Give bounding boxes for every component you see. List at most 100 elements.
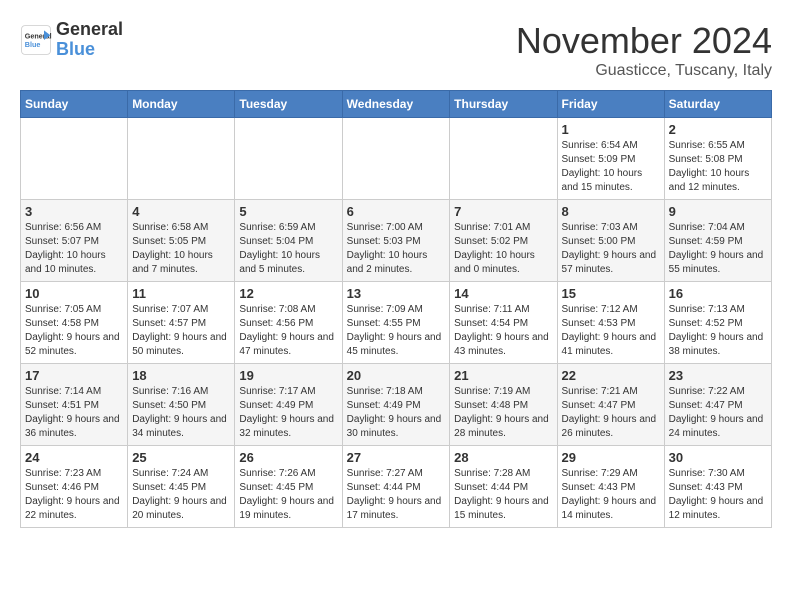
day-number: 14 bbox=[454, 286, 552, 301]
day-cell bbox=[235, 118, 342, 200]
day-cell: 1 Sunrise: 6:54 AM Sunset: 5:09 PM Daylig… bbox=[557, 118, 664, 200]
day-number: 6 bbox=[347, 204, 446, 219]
day-number: 4 bbox=[132, 204, 230, 219]
svg-text:Blue: Blue bbox=[25, 40, 41, 49]
header-thursday: Thursday bbox=[450, 91, 557, 118]
day-cell: 19 Sunrise: 7:17 AM Sunset: 4:49 PM Dayli… bbox=[235, 364, 342, 446]
day-cell: 14 Sunrise: 7:11 AM Sunset: 4:54 PM Dayli… bbox=[450, 282, 557, 364]
day-cell: 17 Sunrise: 7:14 AM Sunset: 4:51 PM Dayli… bbox=[21, 364, 128, 446]
day-info: Sunrise: 7:13 AM Sunset: 4:52 PM Dayligh… bbox=[669, 303, 767, 359]
day-info: Sunrise: 7:01 AM Sunset: 5:02 PM Dayligh… bbox=[454, 221, 552, 277]
day-info: Sunrise: 7:29 AM Sunset: 4:43 PM Dayligh… bbox=[562, 467, 660, 523]
day-info: Sunrise: 7:00 AM Sunset: 5:03 PM Dayligh… bbox=[347, 221, 446, 277]
day-cell: 26 Sunrise: 7:26 AM Sunset: 4:45 PM Dayli… bbox=[235, 446, 342, 528]
day-info: Sunrise: 7:17 AM Sunset: 4:49 PM Dayligh… bbox=[239, 385, 337, 441]
day-info: Sunrise: 6:56 AM Sunset: 5:07 PM Dayligh… bbox=[25, 221, 123, 277]
day-cell: 21 Sunrise: 7:19 AM Sunset: 4:48 PM Dayli… bbox=[450, 364, 557, 446]
day-cell: 5Sunrise: 6:59 AM Sunset: 5:04 PM Daylig… bbox=[235, 200, 342, 282]
title-area: November 2024 Guasticce, Tuscany, Italy bbox=[516, 20, 772, 80]
day-cell: 9 Sunrise: 7:04 AM Sunset: 4:59 PM Daylig… bbox=[664, 200, 771, 282]
day-number: 26 bbox=[239, 450, 337, 465]
day-cell: 3 Sunrise: 6:56 AM Sunset: 5:07 PM Daylig… bbox=[21, 200, 128, 282]
logo: General Blue GeneralBlue bbox=[20, 20, 123, 60]
day-info: Sunrise: 7:04 AM Sunset: 4:59 PM Dayligh… bbox=[669, 221, 767, 277]
day-info: Sunrise: 7:05 AM Sunset: 4:58 PM Dayligh… bbox=[25, 303, 123, 359]
day-cell bbox=[342, 118, 450, 200]
day-info: Sunrise: 7:23 AM Sunset: 4:46 PM Dayligh… bbox=[25, 467, 123, 523]
logo-icon: General Blue bbox=[20, 24, 52, 56]
day-cell: 28 Sunrise: 7:28 AM Sunset: 4:44 PM Dayli… bbox=[450, 446, 557, 528]
week-row-3: 10 Sunrise: 7:05 AM Sunset: 4:58 PM Dayli… bbox=[21, 282, 772, 364]
day-info: Sunrise: 7:08 AM Sunset: 4:56 PM Dayligh… bbox=[239, 303, 337, 359]
day-info: Sunrise: 6:54 AM Sunset: 5:09 PM Dayligh… bbox=[562, 139, 660, 195]
day-number: 8 bbox=[562, 204, 660, 219]
day-number: 18 bbox=[132, 368, 230, 383]
day-info: Sunrise: 7:07 AM Sunset: 4:57 PM Dayligh… bbox=[132, 303, 230, 359]
day-number: 10 bbox=[25, 286, 123, 301]
day-number: 20 bbox=[347, 368, 446, 383]
day-cell: 27 Sunrise: 7:27 AM Sunset: 4:44 PM Dayli… bbox=[342, 446, 450, 528]
day-number: 23 bbox=[669, 368, 767, 383]
day-info: Sunrise: 7:30 AM Sunset: 4:43 PM Dayligh… bbox=[669, 467, 767, 523]
day-number: 27 bbox=[347, 450, 446, 465]
header-wednesday: Wednesday bbox=[342, 91, 450, 118]
calendar-table: SundayMondayTuesdayWednesdayThursdayFrid… bbox=[20, 90, 772, 528]
header-friday: Friday bbox=[557, 91, 664, 118]
logo-text: GeneralBlue bbox=[56, 20, 123, 60]
day-cell: 7 Sunrise: 7:01 AM Sunset: 5:02 PM Daylig… bbox=[450, 200, 557, 282]
header-sunday: Sunday bbox=[21, 91, 128, 118]
day-cell: 22 Sunrise: 7:21 AM Sunset: 4:47 PM Dayli… bbox=[557, 364, 664, 446]
day-info: Sunrise: 7:28 AM Sunset: 4:44 PM Dayligh… bbox=[454, 467, 552, 523]
day-info: Sunrise: 7:26 AM Sunset: 4:45 PM Dayligh… bbox=[239, 467, 337, 523]
header-saturday: Saturday bbox=[664, 91, 771, 118]
day-number: 7 bbox=[454, 204, 552, 219]
day-number: 16 bbox=[669, 286, 767, 301]
day-number: 19 bbox=[239, 368, 337, 383]
location-subtitle: Guasticce, Tuscany, Italy bbox=[516, 62, 772, 80]
week-row-4: 17 Sunrise: 7:14 AM Sunset: 4:51 PM Dayli… bbox=[21, 364, 772, 446]
day-info: Sunrise: 7:21 AM Sunset: 4:47 PM Dayligh… bbox=[562, 385, 660, 441]
day-number: 5 bbox=[239, 204, 337, 219]
day-number: 1 bbox=[562, 122, 660, 137]
calendar-header-row: SundayMondayTuesdayWednesdayThursdayFrid… bbox=[21, 91, 772, 118]
week-row-5: 24Sunrise: 7:23 AM Sunset: 4:46 PM Dayli… bbox=[21, 446, 772, 528]
day-number: 2 bbox=[669, 122, 767, 137]
day-cell bbox=[450, 118, 557, 200]
day-info: Sunrise: 6:55 AM Sunset: 5:08 PM Dayligh… bbox=[669, 139, 767, 195]
day-number: 21 bbox=[454, 368, 552, 383]
day-info: Sunrise: 7:14 AM Sunset: 4:51 PM Dayligh… bbox=[25, 385, 123, 441]
day-cell: 8Sunrise: 7:03 AM Sunset: 5:00 PM Daylig… bbox=[557, 200, 664, 282]
day-number: 29 bbox=[562, 450, 660, 465]
day-number: 11 bbox=[132, 286, 230, 301]
day-cell: 30 Sunrise: 7:30 AM Sunset: 4:43 PM Dayli… bbox=[664, 446, 771, 528]
day-number: 22 bbox=[562, 368, 660, 383]
day-info: Sunrise: 7:11 AM Sunset: 4:54 PM Dayligh… bbox=[454, 303, 552, 359]
day-info: Sunrise: 7:22 AM Sunset: 4:47 PM Dayligh… bbox=[669, 385, 767, 441]
day-cell: 29 Sunrise: 7:29 AM Sunset: 4:43 PM Dayli… bbox=[557, 446, 664, 528]
day-cell: 10 Sunrise: 7:05 AM Sunset: 4:58 PM Dayli… bbox=[21, 282, 128, 364]
day-number: 12 bbox=[239, 286, 337, 301]
month-title: November 2024 bbox=[516, 20, 772, 62]
day-number: 30 bbox=[669, 450, 767, 465]
day-number: 15 bbox=[562, 286, 660, 301]
day-number: 25 bbox=[132, 450, 230, 465]
day-info: Sunrise: 7:27 AM Sunset: 4:44 PM Dayligh… bbox=[347, 467, 446, 523]
day-number: 17 bbox=[25, 368, 123, 383]
day-cell: 18Sunrise: 7:16 AM Sunset: 4:50 PM Dayli… bbox=[128, 364, 235, 446]
day-cell: 2 Sunrise: 6:55 AM Sunset: 5:08 PM Daylig… bbox=[664, 118, 771, 200]
day-info: Sunrise: 7:19 AM Sunset: 4:48 PM Dayligh… bbox=[454, 385, 552, 441]
day-info: Sunrise: 7:09 AM Sunset: 4:55 PM Dayligh… bbox=[347, 303, 446, 359]
day-info: Sunrise: 7:24 AM Sunset: 4:45 PM Dayligh… bbox=[132, 467, 230, 523]
day-number: 9 bbox=[669, 204, 767, 219]
day-number: 3 bbox=[25, 204, 123, 219]
day-info: Sunrise: 7:18 AM Sunset: 4:49 PM Dayligh… bbox=[347, 385, 446, 441]
page-header: General Blue GeneralBlue November 2024 G… bbox=[20, 20, 772, 80]
day-cell: 11 Sunrise: 7:07 AM Sunset: 4:57 PM Dayli… bbox=[128, 282, 235, 364]
day-cell: 4Sunrise: 6:58 AM Sunset: 5:05 PM Daylig… bbox=[128, 200, 235, 282]
day-number: 28 bbox=[454, 450, 552, 465]
header-tuesday: Tuesday bbox=[235, 91, 342, 118]
day-cell: 20 Sunrise: 7:18 AM Sunset: 4:49 PM Dayli… bbox=[342, 364, 450, 446]
week-row-2: 3 Sunrise: 6:56 AM Sunset: 5:07 PM Daylig… bbox=[21, 200, 772, 282]
header-monday: Monday bbox=[128, 91, 235, 118]
day-info: Sunrise: 7:12 AM Sunset: 4:53 PM Dayligh… bbox=[562, 303, 660, 359]
